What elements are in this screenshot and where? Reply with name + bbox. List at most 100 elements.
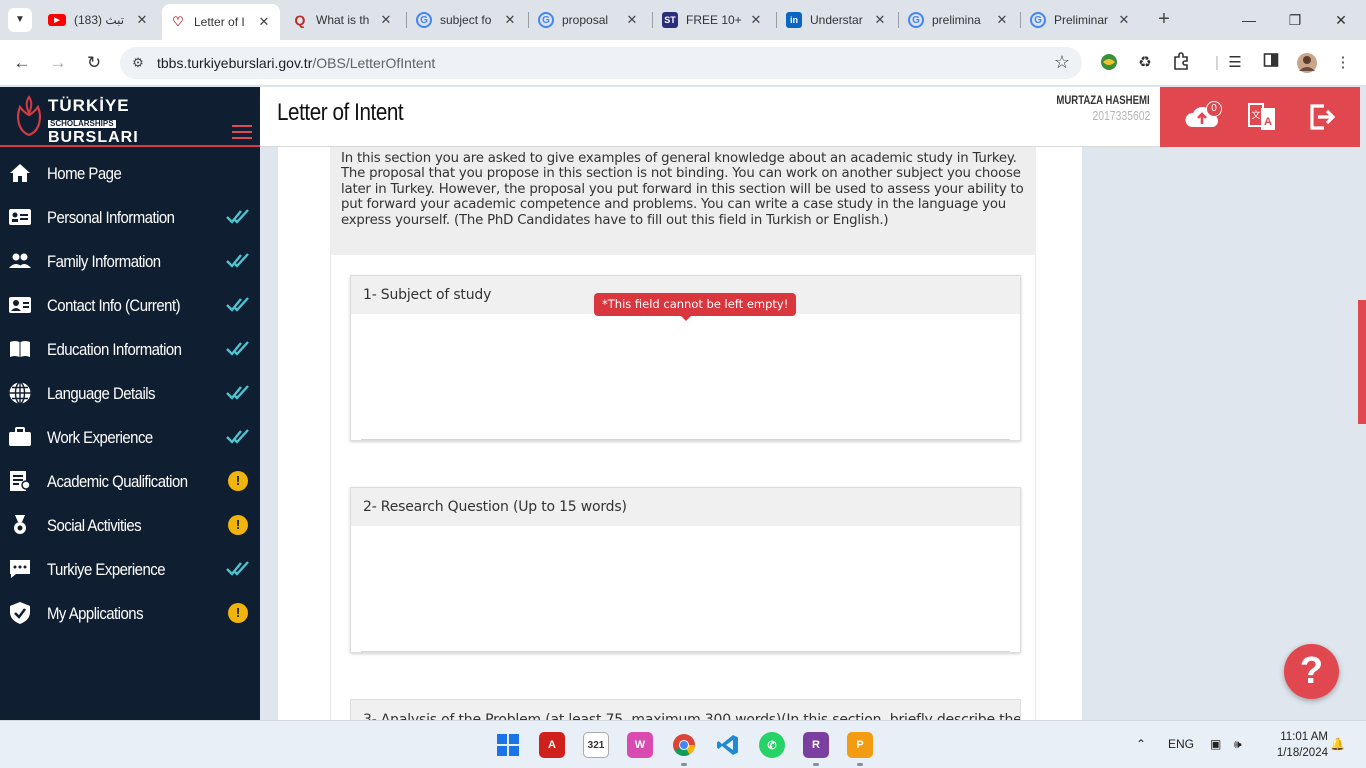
hamburger-menu-icon[interactable] bbox=[232, 125, 252, 139]
minimize-button[interactable]: — bbox=[1226, 0, 1272, 40]
tab-title: What is th bbox=[316, 13, 370, 27]
tab-close-icon[interactable]: ✕ bbox=[872, 12, 888, 28]
calendar-app-icon[interactable]: 321 bbox=[583, 732, 609, 758]
google-icon: G bbox=[1030, 12, 1046, 28]
upload-count-badge: 0 bbox=[1206, 101, 1222, 117]
tab-search-button[interactable]: ▼ bbox=[8, 8, 32, 32]
page-header: Letter of Intent MURTAZA HASHEMI 2017335… bbox=[260, 87, 1160, 147]
sidebar-item-work-experience[interactable]: Work Experience bbox=[0, 415, 260, 459]
url-text[interactable]: tbbs.turkiyeburslari.gov.tr/OBS/LetterOf… bbox=[157, 55, 435, 71]
sidebar-item-label: Language Details bbox=[47, 384, 156, 403]
wampserver-icon[interactable]: W bbox=[627, 732, 653, 758]
youtube-icon: ▶ bbox=[48, 14, 66, 26]
sidebar-item-label: Personal Information bbox=[47, 208, 175, 227]
bookmark-star-icon[interactable]: ☆ bbox=[1054, 52, 1070, 73]
profile-avatar[interactable] bbox=[1296, 52, 1318, 74]
back-button[interactable]: ← bbox=[10, 51, 34, 75]
reload-button[interactable]: ↻ bbox=[82, 51, 106, 75]
browser-toolbar: ← → ↻ ⚙ tbbs.turkiyeburslari.gov.tr/OBS/… bbox=[0, 40, 1366, 86]
google-icon: G bbox=[416, 12, 432, 28]
browser-tab-4[interactable]: Gsubject fo ✕ bbox=[408, 6, 526, 34]
tab-close-icon[interactable]: ✕ bbox=[502, 12, 518, 28]
url-path: /OBS/LetterOfIntent bbox=[312, 55, 436, 71]
tab-close-icon[interactable]: ✕ bbox=[994, 12, 1010, 28]
windows-start-icon[interactable] bbox=[495, 732, 521, 758]
extensions-puzzle-icon[interactable] bbox=[1170, 52, 1192, 74]
new-tab-button[interactable]: + bbox=[1152, 8, 1176, 32]
sidebar-item-family-information[interactable]: Family Information bbox=[0, 239, 260, 283]
logout-icon[interactable] bbox=[1302, 97, 1342, 137]
sidebar-item-label: Home Page bbox=[47, 164, 122, 183]
tab-separator bbox=[776, 12, 777, 28]
sidebar-item-social-activities[interactable]: Social Activities! bbox=[0, 503, 260, 547]
subject-of-study-input[interactable] bbox=[361, 314, 1010, 440]
browser-tab-5[interactable]: Gproposal ✕ bbox=[530, 6, 648, 34]
tab-title: prelimina bbox=[932, 13, 981, 27]
tab-close-icon[interactable]: ✕ bbox=[378, 12, 394, 28]
forward-button[interactable]: → bbox=[46, 51, 70, 75]
side-feedback-tab[interactable] bbox=[1358, 300, 1366, 424]
network-icon[interactable]: ▣ bbox=[1210, 737, 1221, 751]
tab-close-icon[interactable]: ✕ bbox=[134, 12, 150, 28]
sidebar-item-language-details[interactable]: Language Details bbox=[0, 371, 260, 415]
analysis-of-problem-label: 3- Analysis of the Problem (at least 75 … bbox=[350, 699, 1021, 720]
address-bar[interactable]: ⚙ tbbs.turkiyeburslari.gov.tr/OBS/Letter… bbox=[120, 47, 1082, 79]
sidebar-item-turkiye-experience[interactable]: Turkiye Experience bbox=[0, 547, 260, 591]
sidebar-item-home-page[interactable]: Home Page bbox=[0, 151, 260, 195]
volume-icon[interactable]: 🕪 bbox=[1234, 737, 1242, 752]
restore-button[interactable]: ❐ bbox=[1272, 0, 1318, 40]
pdf-converter-icon[interactable]: P bbox=[847, 732, 873, 758]
help-button[interactable]: ? bbox=[1284, 644, 1339, 699]
tab-close-icon[interactable]: ✕ bbox=[1116, 12, 1132, 28]
close-window-button[interactable]: ✕ bbox=[1318, 0, 1364, 40]
browser-tab-9[interactable]: G Preliminar ✕ bbox=[1022, 6, 1140, 34]
translate-icon[interactable]: A文 bbox=[1242, 97, 1282, 137]
browser-tab-6[interactable]: ST FREE 10+ ✕ bbox=[654, 6, 772, 34]
research-question-input[interactable] bbox=[361, 526, 1010, 652]
sidebar-item-label: Family Information bbox=[47, 252, 161, 271]
sidebar-item-personal-information[interactable]: Personal Information bbox=[0, 195, 260, 239]
tab-close-icon[interactable]: ✕ bbox=[256, 14, 272, 30]
sidebar-item-contact-info-current[interactable]: Contact Info (Current) bbox=[0, 283, 260, 327]
status-indicator: ! bbox=[226, 601, 250, 625]
double-check-icon bbox=[226, 297, 249, 312]
tab-close-icon[interactable]: ✕ bbox=[748, 12, 764, 28]
research-question-label: 2- Research Question (Up to 15 words) bbox=[351, 488, 1020, 526]
quora-icon: Q bbox=[294, 12, 306, 28]
browser-tab-3[interactable]: Q What is th ✕ bbox=[284, 6, 402, 34]
book-icon bbox=[10, 341, 30, 357]
sidebar-item-label: Education Information bbox=[47, 340, 182, 359]
tab-separator bbox=[652, 12, 653, 28]
vscode-icon[interactable] bbox=[715, 732, 741, 758]
winrar-icon[interactable]: R bbox=[803, 732, 829, 758]
chrome-menu-icon[interactable]: ⋮ bbox=[1332, 52, 1354, 74]
notifications-bell-icon[interactable]: 🔔 bbox=[1330, 737, 1345, 751]
show-hidden-icons-chevron-icon[interactable]: ⌃ bbox=[1136, 737, 1146, 751]
clock-date: 1/18/2024 bbox=[1276, 747, 1328, 759]
svg-text:A: A bbox=[1264, 116, 1272, 128]
extension-recycle-icon[interactable]: ♻ bbox=[1134, 52, 1156, 74]
double-check-icon bbox=[226, 429, 249, 444]
contact-card-icon bbox=[9, 297, 31, 313]
sidebar-item-academic-qualification[interactable]: Academic Qualification! bbox=[0, 459, 260, 503]
whatsapp-icon[interactable]: ✆ bbox=[759, 732, 785, 758]
site-info-icon[interactable]: ⚙ bbox=[128, 53, 148, 73]
user-id: 2017335602 bbox=[1092, 108, 1150, 123]
chrome-icon[interactable] bbox=[671, 732, 697, 758]
browser-tab-8[interactable]: Gprelimina ✕ bbox=[900, 6, 1018, 34]
warning-icon: ! bbox=[228, 471, 248, 491]
browser-tab-7[interactable]: in Understar ✕ bbox=[778, 6, 896, 34]
side-panel-icon[interactable] bbox=[1260, 52, 1282, 74]
system-clock[interactable]: 11:01 AM 1/18/2024 bbox=[1262, 729, 1328, 761]
extension-globe-icon[interactable] bbox=[1098, 52, 1120, 74]
certificate-icon bbox=[10, 471, 31, 491]
browser-tab-1[interactable]: ▶ (183) تبث ✕ bbox=[40, 6, 158, 34]
sidebar-item-education-information[interactable]: Education Information bbox=[0, 327, 260, 371]
url-host: tbbs.turkiyeburslari.gov.tr bbox=[157, 55, 313, 71]
media-control-icon[interactable]: ☰ bbox=[1224, 52, 1246, 74]
browser-tab-2[interactable]: ♡ Letter of I ✕ bbox=[162, 4, 280, 40]
tab-close-icon[interactable]: ✕ bbox=[624, 12, 640, 28]
input-language[interactable]: ENG bbox=[1168, 737, 1194, 751]
sidebar-item-my-applications[interactable]: My Applications! bbox=[0, 591, 260, 635]
acrobat-icon[interactable]: A bbox=[539, 732, 565, 758]
